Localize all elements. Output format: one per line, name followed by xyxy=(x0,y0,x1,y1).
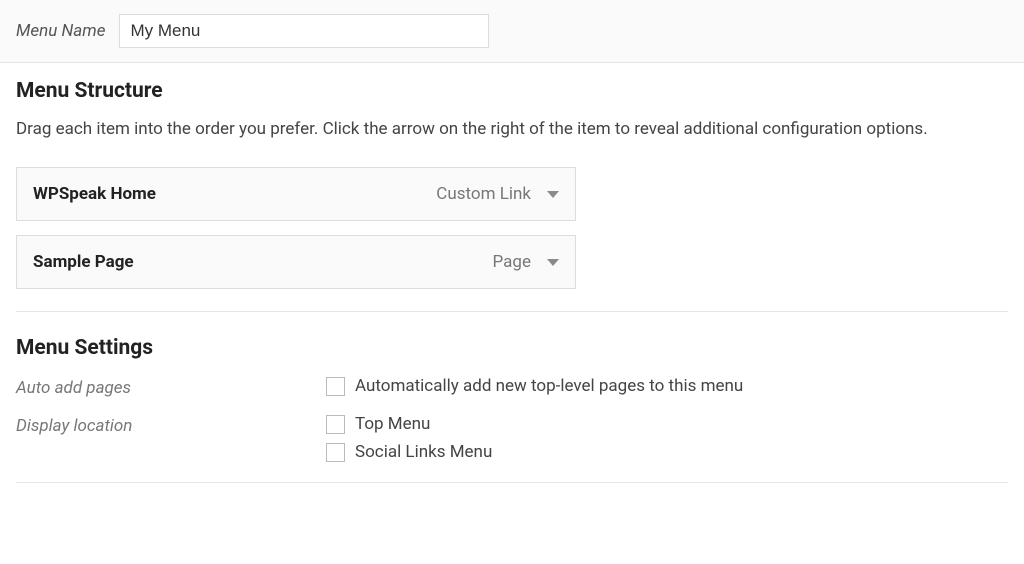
auto-add-checkbox-label: Automatically add new top-level pages to… xyxy=(355,376,743,396)
auto-add-pages-control: Automatically add new top-level pages to… xyxy=(326,376,743,396)
menu-item-title: Sample Page xyxy=(33,252,134,272)
menu-name-bar: Menu Name xyxy=(0,0,1024,63)
auto-add-pages-label: Auto add pages xyxy=(16,376,326,398)
auto-add-checkbox[interactable] xyxy=(326,377,345,396)
menu-item-type: Page xyxy=(493,252,531,272)
menu-structure-instructions: Drag each item into the order you prefer… xyxy=(16,119,1008,139)
menu-items-list: WPSpeak Home Custom Link Sample Page Pag… xyxy=(16,167,1008,289)
divider xyxy=(16,311,1008,312)
menu-name-label: Menu Name xyxy=(16,21,105,41)
menu-name-input[interactable] xyxy=(119,14,489,48)
menu-item-controls: Custom Link xyxy=(436,184,559,204)
chevron-down-icon[interactable] xyxy=(547,259,559,266)
menu-settings-heading: Menu Settings xyxy=(16,336,1008,360)
display-location-option-row: Top Menu xyxy=(326,414,492,434)
menu-structure-section: Menu Structure Drag each item into the o… xyxy=(0,63,1024,483)
top-menu-checkbox[interactable] xyxy=(326,415,345,434)
menu-structure-heading: Menu Structure xyxy=(16,79,1008,103)
display-location-label: Display location xyxy=(16,414,326,436)
display-location-option-row: Social Links Menu xyxy=(326,442,492,462)
display-location-control: Top Menu Social Links Menu xyxy=(326,414,492,462)
auto-add-pages-row: Auto add pages Automatically add new top… xyxy=(16,376,1008,398)
auto-add-checkbox-row: Automatically add new top-level pages to… xyxy=(326,376,743,396)
social-links-checkbox[interactable] xyxy=(326,443,345,462)
top-menu-label: Top Menu xyxy=(355,414,430,434)
chevron-down-icon[interactable] xyxy=(547,191,559,198)
menu-item[interactable]: Sample Page Page xyxy=(16,235,576,289)
menu-item-controls: Page xyxy=(493,252,559,272)
social-links-label: Social Links Menu xyxy=(355,442,492,462)
menu-item-title: WPSpeak Home xyxy=(33,184,156,204)
menu-item-type: Custom Link xyxy=(436,184,531,204)
divider xyxy=(16,482,1008,483)
display-location-row: Display location Top Menu Social Links M… xyxy=(16,414,1008,462)
menu-item[interactable]: WPSpeak Home Custom Link xyxy=(16,167,576,221)
